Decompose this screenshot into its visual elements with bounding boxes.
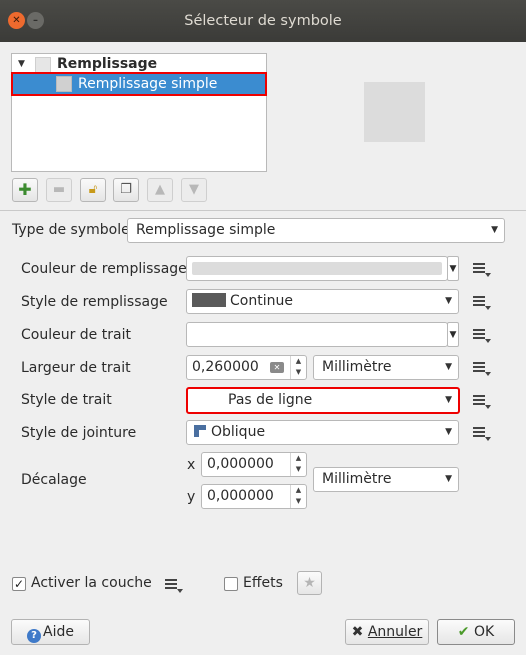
offset-unit-select[interactable]: Millimètre ▼ (313, 467, 459, 492)
title-bar: ✕ – Sélecteur de symbole (0, 0, 526, 42)
symbol-type-label: Type de symbole (12, 222, 130, 238)
move-down-button[interactable]: ▼ (181, 178, 207, 202)
remove-layer-button[interactable]: ▬ (46, 178, 72, 202)
offset-y-value: 0,000000 (207, 488, 274, 504)
stroke-color-menu-button[interactable]: ▼ (447, 322, 459, 347)
data-defined-override-icon[interactable] (470, 325, 492, 345)
chevron-down-icon: ▼ (445, 296, 452, 306)
data-defined-override-icon[interactable] (470, 259, 492, 279)
add-layer-button[interactable]: ✚ (12, 178, 38, 202)
arrow-up-icon: ▲ (155, 182, 165, 197)
tree-child-label: Remplissage simple (78, 76, 218, 92)
spin-arrows-icon[interactable]: ▲ ▼ (290, 485, 306, 508)
tree-item-simple-fill[interactable]: Remplissage simple (11, 72, 267, 96)
duplicate-layer-button[interactable]: ❐ (113, 178, 139, 202)
stroke-width-unit-value: Millimètre (322, 359, 392, 375)
fill-color-button[interactable] (186, 256, 448, 281)
chevron-down-icon: ▼ (445, 362, 452, 372)
enable-layer-label: Activer la couche (31, 575, 152, 591)
layer-preview-icon (56, 76, 72, 92)
data-defined-override-icon[interactable] (470, 292, 492, 312)
offset-x-spinbox[interactable]: 0,000000 ▲ ▼ (201, 452, 307, 477)
cancel-button-label: Annuler (367, 624, 423, 640)
stroke-width-label: Largeur de trait (21, 360, 131, 376)
checkmark-icon: ✔ (457, 624, 470, 640)
spin-arrows-icon[interactable]: ▲ ▼ (290, 356, 306, 379)
divider (0, 210, 526, 211)
stroke-width-spinbox[interactable]: 0,260000 ✕ ▲ ▼ (186, 355, 307, 380)
chevron-down-icon: ▼ (491, 225, 498, 235)
star-icon: ★ (303, 575, 316, 591)
fill-style-swatch (192, 293, 226, 307)
fill-style-select[interactable]: Continue ▼ (186, 289, 459, 314)
data-defined-override-icon[interactable] (470, 423, 492, 443)
miter-join-icon (193, 423, 207, 437)
effects-checkbox[interactable] (224, 577, 238, 591)
stroke-style-select[interactable]: Pas de ligne ▼ (186, 387, 460, 414)
offset-x-label: x (187, 457, 196, 473)
stroke-width-value: 0,260000 (192, 359, 259, 375)
join-style-value: Oblique (211, 424, 266, 440)
effects-label: Effets (243, 575, 283, 591)
offset-label: Décalage (21, 472, 87, 488)
offset-x-value: 0,000000 (207, 456, 274, 472)
enable-layer-checkbox[interactable]: ✓ (12, 577, 26, 591)
minimize-window-icon[interactable]: – (27, 12, 44, 29)
window-title: Sélecteur de symbole (184, 13, 342, 29)
data-defined-override-icon[interactable] (470, 358, 492, 378)
fill-color-swatch (192, 262, 442, 275)
symbol-type-select[interactable]: Remplissage simple ▼ (127, 218, 505, 243)
offset-y-spinbox[interactable]: 0,000000 ▲ ▼ (201, 484, 307, 509)
lock-icon: 🔓︎ (88, 182, 98, 197)
offset-y-label: y (187, 489, 196, 505)
ok-button-label: OK (473, 624, 495, 640)
minus-icon: ▬ (52, 182, 66, 197)
plus-icon: ✚ (18, 180, 32, 199)
data-defined-override-icon[interactable] (470, 391, 492, 411)
stroke-color-swatch (192, 328, 442, 341)
chevron-down-icon: ▼ (445, 395, 452, 405)
chevron-down-icon: ▼ (445, 427, 452, 437)
help-button[interactable]: ? Aide (11, 619, 90, 645)
move-up-button[interactable]: ▲ (147, 178, 173, 202)
chevron-down-icon: ▼ (445, 474, 452, 484)
clear-icon[interactable]: ✕ (270, 362, 284, 373)
help-button-label: Aide (43, 624, 74, 640)
cancel-icon: ✖ (351, 624, 364, 640)
data-defined-override-icon[interactable] (162, 575, 184, 595)
help-icon: ? (27, 629, 42, 643)
lock-color-button[interactable]: 🔓︎ (80, 178, 106, 202)
fill-color-menu-button[interactable]: ▼ (447, 256, 459, 281)
layer-preview-icon (35, 57, 51, 73)
duplicate-icon: ❐ (120, 182, 132, 197)
arrow-down-icon: ▼ (189, 182, 199, 197)
fill-style-label: Style de remplissage (21, 294, 168, 310)
effects-settings-button[interactable]: ★ (297, 571, 322, 595)
cancel-button[interactable]: ✖ Annuler (345, 619, 429, 645)
stroke-color-button[interactable] (186, 322, 448, 347)
symbol-preview (364, 82, 425, 142)
fill-color-label: Couleur de remplissage (21, 261, 187, 277)
stroke-style-value: Pas de ligne (228, 392, 313, 408)
stroke-width-unit-select[interactable]: Millimètre ▼ (313, 355, 459, 380)
symbol-type-value: Remplissage simple (136, 222, 276, 238)
close-window-icon[interactable]: ✕ (8, 12, 25, 29)
stroke-color-label: Couleur de trait (21, 327, 131, 343)
ok-button[interactable]: ✔ OK (437, 619, 515, 645)
symbol-layer-tree[interactable]: ▼ Remplissage Remplissage simple (11, 53, 267, 172)
spin-arrows-icon[interactable]: ▲ ▼ (290, 453, 306, 476)
offset-unit-value: Millimètre (322, 471, 392, 487)
join-style-select[interactable]: Oblique ▼ (186, 420, 459, 445)
fill-style-value: Continue (230, 293, 293, 309)
join-style-label: Style de jointure (21, 425, 137, 441)
stroke-style-label: Style de trait (21, 392, 112, 408)
